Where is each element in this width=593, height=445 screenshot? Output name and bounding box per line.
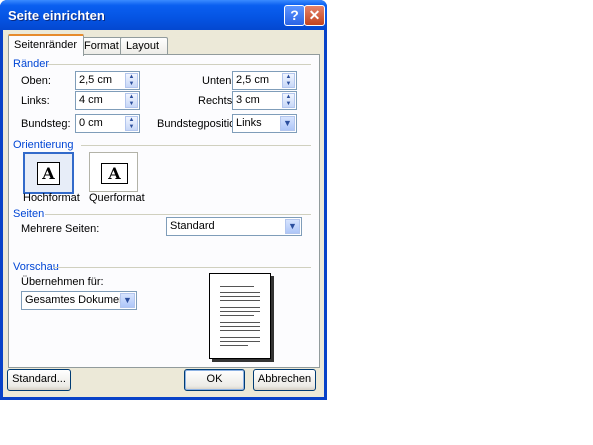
bottom-margin-label: Unten: <box>202 75 235 87</box>
tab-format[interactable]: Format <box>78 37 124 55</box>
multiple-pages-label: Mehrere Seiten: <box>21 223 100 235</box>
preview-group-label: Vorschau <box>13 261 59 273</box>
top-margin-label: Oben: <box>21 75 51 87</box>
landscape-label: Querformat <box>89 192 145 204</box>
multiple-pages-value: Standard <box>170 220 215 232</box>
orientation-group-label: Orientierung <box>13 139 74 151</box>
portrait-button[interactable]: A <box>23 152 74 194</box>
left-margin-value: 4 cm <box>79 94 103 106</box>
gutter-label: Bundsteg: <box>21 118 71 130</box>
portrait-page-icon: A <box>37 162 60 185</box>
orientation-group-divider <box>81 145 311 146</box>
apply-to-label: Übernehmen für: <box>21 276 104 288</box>
bottom-margin-spin-arrows[interactable]: ▲ ▼ <box>282 73 295 88</box>
cancel-button[interactable]: Abbrechen <box>253 369 316 391</box>
ok-button[interactable]: OK <box>184 369 245 391</box>
tab-margins[interactable]: Seitenränder <box>8 34 84 56</box>
tab-layout[interactable]: Layout <box>120 37 168 55</box>
top-margin-spin-arrows[interactable]: ▲ ▼ <box>125 73 138 88</box>
apply-to-select[interactable]: Gesamtes Dokument ▼ <box>21 291 137 310</box>
bottom-margin-value: 2,5 cm <box>236 74 270 86</box>
right-margin-spinner[interactable]: 3 cm ▲ ▼ <box>232 91 297 110</box>
chevron-down-icon[interactable]: ▼ <box>285 219 300 234</box>
chevron-down-icon[interactable]: ▼ <box>120 293 135 308</box>
margins-group-divider <box>47 64 311 65</box>
multiple-pages-select[interactable]: Standard ▼ <box>166 217 302 236</box>
left-margin-spinner[interactable]: 4 cm ▲ ▼ <box>75 91 140 110</box>
top-margin-spinner[interactable]: 2,5 cm ▲ ▼ <box>75 71 140 90</box>
margins-group-label: Ränder <box>13 58 50 70</box>
gutter-spin-arrows[interactable]: ▲ ▼ <box>125 116 138 131</box>
gutter-position-select[interactable]: Links ▼ <box>232 114 297 133</box>
chevron-down-icon[interactable]: ▼ <box>280 116 295 131</box>
apply-to-value: Gesamtes Dokument <box>25 294 129 306</box>
close-button[interactable]: ✕ <box>304 5 325 26</box>
title-bar[interactable]: Seite einrichten ? ✕ <box>0 0 327 30</box>
gutter-value: 0 cm <box>79 117 103 129</box>
bottom-margin-spinner[interactable]: 2,5 cm ▲ ▼ <box>232 71 297 90</box>
window-title: Seite einrichten <box>8 8 105 23</box>
landscape-page-icon: A <box>101 163 128 184</box>
pages-group-divider <box>45 214 311 215</box>
pages-group-label: Seiten <box>13 208 45 220</box>
right-margin-label: Rechts: <box>198 95 236 107</box>
gutter-position-value: Links <box>236 117 262 129</box>
page-setup-dialog: Seite einrichten ? ✕ Seitenränder Format… <box>0 0 327 400</box>
help-button[interactable]: ? <box>284 5 305 26</box>
page-preview <box>209 273 271 359</box>
gutter-spinner[interactable]: 0 cm ▲ ▼ <box>75 114 140 133</box>
dialog-body: Seitenränder Format Layout Ränder Oben: … <box>3 30 324 397</box>
right-margin-value: 3 cm <box>236 94 260 106</box>
portrait-label: Hochformat <box>23 192 80 204</box>
left-margin-spin-arrows[interactable]: ▲ ▼ <box>125 93 138 108</box>
preview-group-divider <box>53 267 311 268</box>
top-margin-value: 2,5 cm <box>79 74 113 86</box>
right-margin-spin-arrows[interactable]: ▲ ▼ <box>282 93 295 108</box>
landscape-button[interactable]: A <box>89 152 138 192</box>
default-button[interactable]: Standard... <box>7 369 71 391</box>
tab-panel-margins: Ränder Oben: 2,5 cm ▲ ▼ Links: 4 cm ▲ ▼ Bu… <box>8 54 320 368</box>
left-margin-label: Links: <box>21 95 50 107</box>
